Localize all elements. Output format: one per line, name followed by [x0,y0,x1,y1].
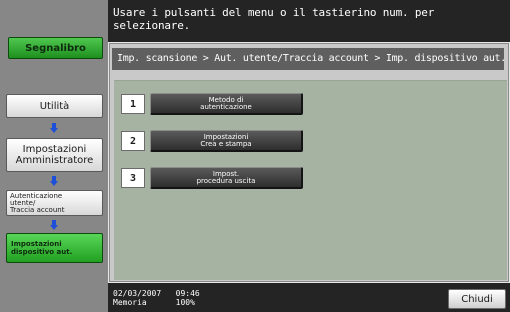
option-label-line2: Crea e stampa [200,139,252,148]
close-button[interactable]: Chiudi [448,289,506,309]
nav-current-device-auth[interactable]: Impostazioni dispositivo aut. [6,233,103,263]
memory-label: Memoria [113,298,147,307]
option-number-badge: 3 [121,168,145,188]
option-row-1: 1 Metodo di autenticazione [121,92,303,116]
down-arrow-icon [50,220,58,230]
auth-method-button[interactable]: Metodo di autenticazione [150,93,303,115]
logout-procedure-button[interactable]: Impost. procedura uscita [150,167,303,189]
nav-utilita-button[interactable]: Utilità [6,94,103,118]
instruction-bar: Usare i pulsanti del menu o il tastierin… [108,0,510,42]
bookmark-button[interactable]: Segnalibro [8,37,103,59]
option-row-3: 3 Impost. procedura uscita [121,166,303,190]
nav-user-auth-button[interactable]: Autenticazione utente/ Traccia account [6,190,103,216]
breadcrumb: Imp. scansione > Aut. utente/Traccia acc… [112,48,506,70]
down-arrow-icon [50,176,58,186]
option-number-badge: 2 [121,131,145,151]
nav-utilita-label: Utilità [39,100,70,112]
nav-current-label-line1: Impostazioni [11,240,62,248]
nav-admin-label-line1: Impostazioni [22,144,87,155]
instruction-text: Usare i pulsanti del menu o il tastierin… [113,6,435,32]
nav-admin-settings-button[interactable]: Impostazioni Amministratore [6,138,103,172]
option-label-line2: procedura uscita [196,176,256,185]
down-arrow-icon [50,123,58,133]
nav-auth-label-line3: Traccia account [10,205,65,214]
create-print-settings-button[interactable]: Impostazioni Crea e stampa [150,130,303,152]
status-time: 09:46 [175,289,200,298]
nav-admin-label-line2: Amministratore [15,155,94,166]
status-date: 02/03/2007 [113,289,162,298]
option-number-badge: 1 [121,94,145,114]
memory-value: 100% [175,298,195,307]
nav-current-label-line2: dispositivo aut. [11,248,73,256]
option-label-line2: autenticazione [200,102,252,111]
option-row-2: 2 Impostazioni Crea e stampa [121,129,303,153]
